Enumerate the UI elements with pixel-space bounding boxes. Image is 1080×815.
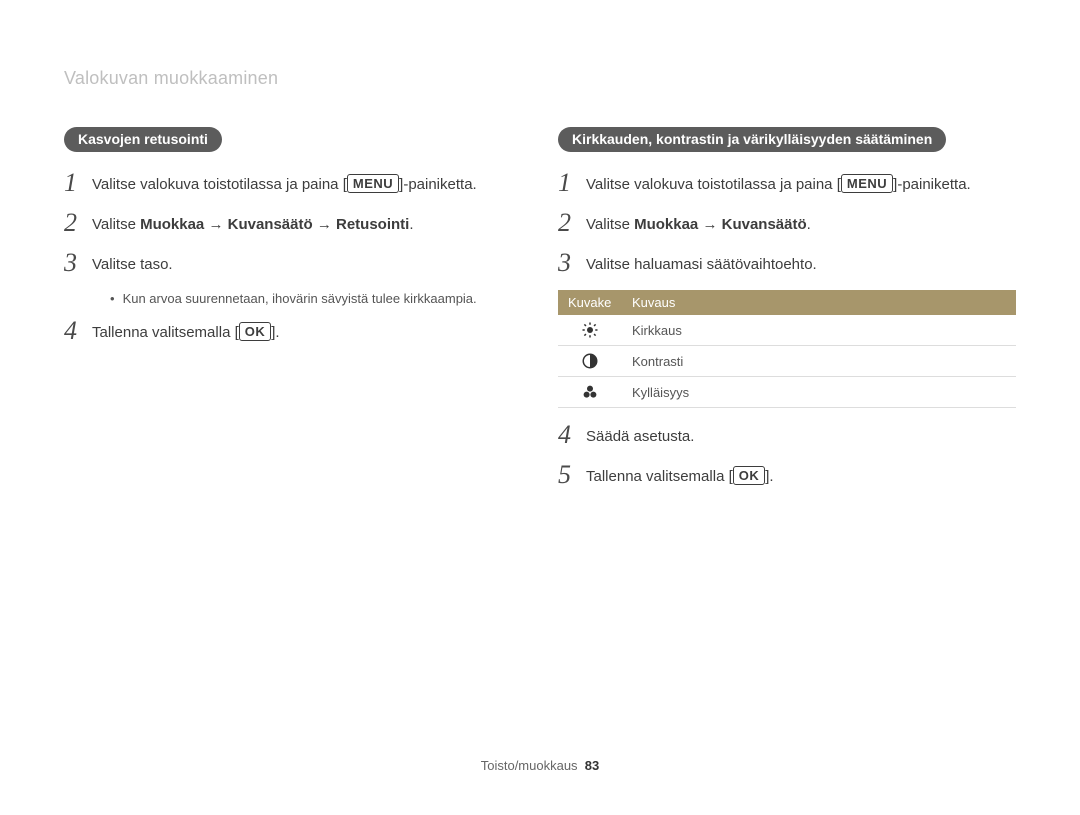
step-row: 2 Valitse Muokkaa → Kuvansäätö.	[558, 210, 1016, 236]
right-column: Kirkkauden, kontrastin ja värikylläisyyd…	[558, 127, 1016, 502]
text: Valitse valokuva toistotilassa ja paina …	[586, 176, 841, 193]
page: Valokuvan muokkaaminen Kasvojen retusoin…	[0, 0, 1080, 502]
options-table: Kuvake Kuvaus Kirkkaus	[558, 290, 1016, 408]
table-cell-label: Kontrasti	[622, 346, 1016, 377]
arrow: →	[313, 216, 336, 233]
step-number: 3	[64, 250, 92, 276]
table-cell-label: Kirkkaus	[622, 315, 1016, 346]
text: Valitse	[92, 216, 140, 233]
bold-text: Muokkaa	[140, 216, 204, 233]
right-pill: Kirkkauden, kontrastin ja värikylläisyyd…	[558, 127, 946, 152]
left-pill: Kasvojen retusointi	[64, 127, 222, 152]
text: .	[807, 216, 811, 233]
step-number: 2	[558, 210, 586, 236]
footer-section: Toisto/muokkaus	[481, 758, 578, 773]
table-row: Kylläisyys	[558, 377, 1016, 408]
step-row: 5 Tallenna valitsemalla [OK].	[558, 462, 1016, 488]
ok-icon: OK	[733, 466, 766, 485]
text: .	[409, 216, 413, 233]
step-text: Valitse taso.	[92, 250, 522, 275]
step-text: Valitse valokuva toistotilassa ja paina …	[92, 170, 522, 195]
step-number: 1	[64, 170, 92, 196]
page-footer: Toisto/muokkaus 83	[0, 758, 1080, 773]
step-number: 2	[64, 210, 92, 236]
footer-page-number: 83	[585, 758, 599, 773]
menu-icon: MENU	[347, 174, 399, 193]
bold-text: Muokkaa	[634, 216, 698, 233]
text: ].	[765, 468, 773, 485]
brightness-icon	[558, 315, 622, 346]
right-steps: 1 Valitse valokuva toistotilassa ja pain…	[558, 170, 1016, 488]
table-cell-label: Kylläisyys	[622, 377, 1016, 408]
table-row: Kirkkaus	[558, 315, 1016, 346]
step-number: 1	[558, 170, 586, 196]
table-row: Kontrasti	[558, 346, 1016, 377]
step-text: Valitse Muokkaa → Kuvansäätö.	[586, 210, 1016, 235]
ok-icon: OK	[239, 322, 272, 341]
table-header-desc: Kuvaus	[622, 290, 1016, 315]
bold-text: Kuvansäätö	[722, 216, 807, 233]
menu-icon: MENU	[841, 174, 893, 193]
step-row: 4 Tallenna valitsemalla [OK].	[64, 318, 522, 344]
left-steps: 1 Valitse valokuva toistotilassa ja pain…	[64, 170, 522, 344]
step-text: Tallenna valitsemalla [OK].	[586, 462, 1016, 487]
text: ].	[271, 324, 279, 341]
step-row: 4 Säädä asetusta.	[558, 422, 1016, 448]
step-text: Tallenna valitsemalla [OK].	[92, 318, 522, 343]
text: Tallenna valitsemalla [	[92, 324, 239, 341]
text: ]-painiketta.	[399, 176, 477, 193]
contrast-icon	[558, 346, 622, 377]
two-column-layout: Kasvojen retusointi 1 Valitse valokuva t…	[64, 127, 1016, 502]
step-text: Valitse haluamasi säätövaihtoehto.	[586, 250, 1016, 275]
step-row: 2 Valitse Muokkaa → Kuvansäätö → Retusoi…	[64, 210, 522, 236]
arrow: →	[698, 216, 721, 233]
left-column: Kasvojen retusointi 1 Valitse valokuva t…	[64, 127, 522, 502]
step-row: 3 Valitse haluamasi säätövaihtoehto.	[558, 250, 1016, 276]
saturation-icon	[558, 377, 622, 408]
step-text: Valitse valokuva toistotilassa ja paina …	[586, 170, 1016, 195]
step-number: 4	[64, 318, 92, 344]
step-row: 1 Valitse valokuva toistotilassa ja pain…	[64, 170, 522, 196]
step-row: 3 Valitse taso.	[64, 250, 522, 276]
step-text: Säädä asetusta.	[586, 422, 1016, 447]
page-title: Valokuvan muokkaaminen	[64, 68, 1016, 89]
text: Valitse	[586, 216, 634, 233]
sub-bullet: Kun arvoa suurennetaan, ihovärin sävyist…	[110, 290, 522, 308]
text: Tallenna valitsemalla [	[586, 468, 733, 485]
text: Valitse valokuva toistotilassa ja paina …	[92, 176, 347, 193]
arrow: →	[204, 216, 227, 233]
step-number: 4	[558, 422, 586, 448]
step-number: 3	[558, 250, 586, 276]
table-header-icon: Kuvake	[558, 290, 622, 315]
text: ]-painiketta.	[893, 176, 971, 193]
step-text: Valitse Muokkaa → Kuvansäätö → Retusoint…	[92, 210, 522, 235]
step-number: 5	[558, 462, 586, 488]
step-row: 1 Valitse valokuva toistotilassa ja pain…	[558, 170, 1016, 196]
bold-text: Kuvansäätö	[228, 216, 313, 233]
bold-text: Retusointi	[336, 216, 409, 233]
